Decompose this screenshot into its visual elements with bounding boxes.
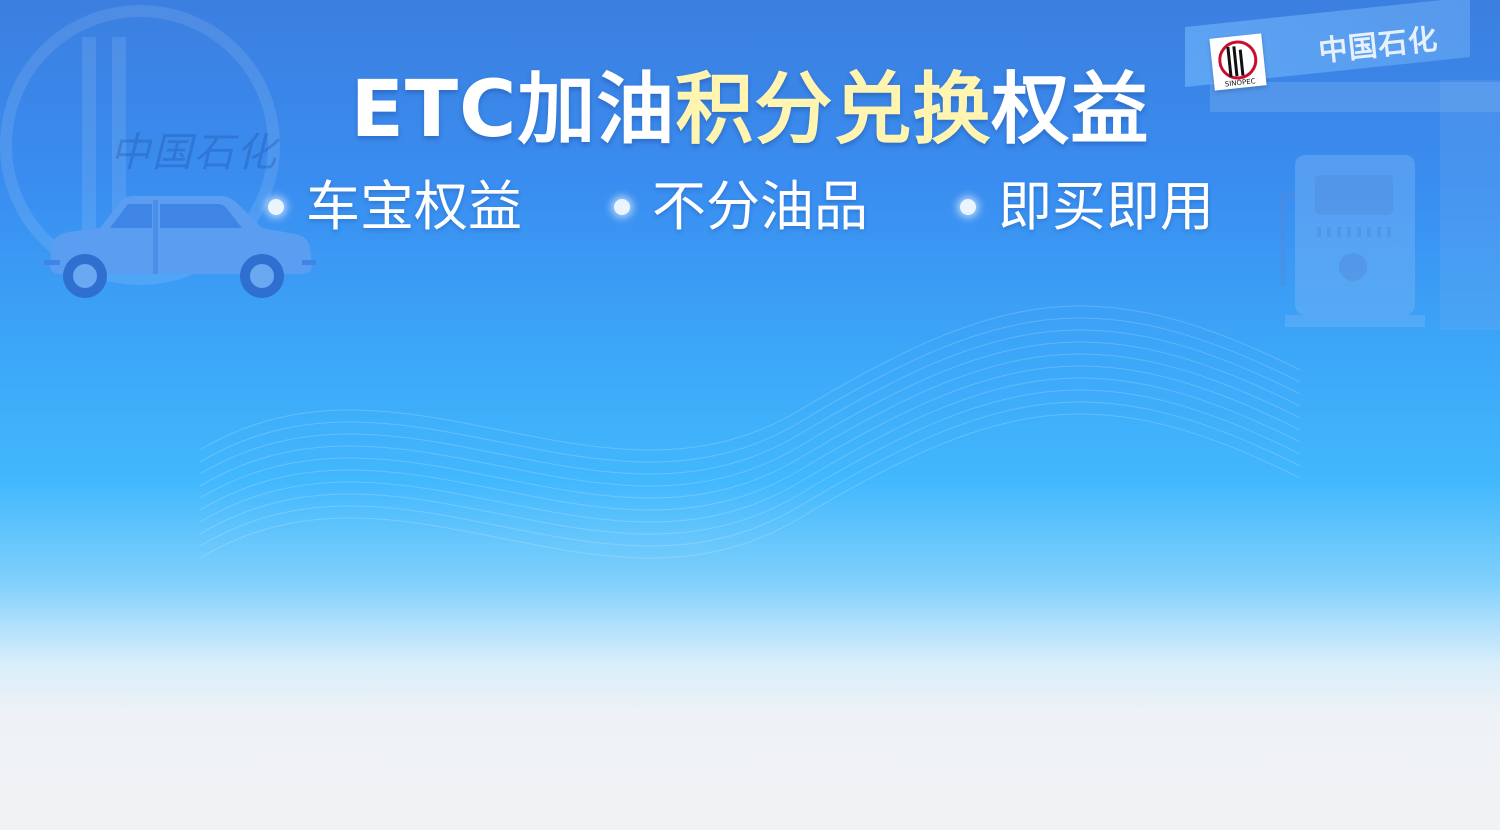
title-part-1: ETC加油 <box>350 65 676 155</box>
feature-item: 不分油品 <box>614 172 868 242</box>
promo-banner[interactable]: 中国石化 中国石化 SINOPEC ETC加油积分兑换权益 车宝权益 不分油品 … <box>0 0 1500 830</box>
feature-list: 车宝权益 不分油品 即买即用 <box>0 172 1500 242</box>
feature-label: 车宝权益 <box>306 175 522 238</box>
feature-label: 不分油品 <box>652 175 868 238</box>
feature-label: 即买即用 <box>998 175 1214 238</box>
bullet-dot-icon <box>268 199 284 215</box>
feature-item: 车宝权益 <box>268 172 522 242</box>
bullet-dot-icon <box>614 199 630 215</box>
title-part-3: 权益 <box>991 65 1150 155</box>
bullet-dot-icon <box>960 199 976 215</box>
title-highlight: 积分兑换 <box>675 65 992 155</box>
feature-item: 即买即用 <box>960 172 1214 242</box>
page-title: ETC加油积分兑换权益 <box>0 64 1500 156</box>
